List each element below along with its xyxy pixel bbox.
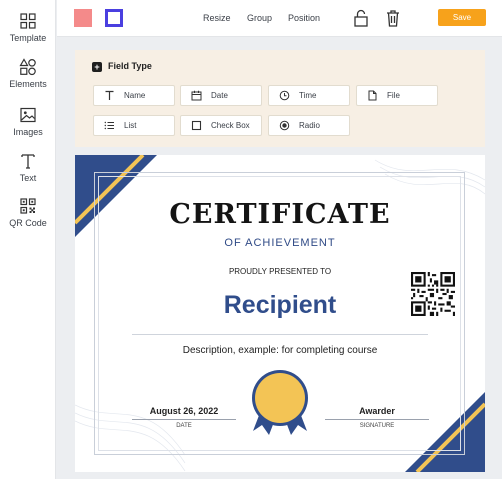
field-list-button[interactable]: List (93, 115, 175, 136)
unlock-icon[interactable] (353, 9, 369, 27)
resize-button[interactable]: Resize (203, 13, 231, 23)
field-label: Date (211, 91, 228, 100)
save-button[interactable]: Save (438, 9, 486, 26)
field-checkbox-button[interactable]: Check Box (180, 115, 262, 136)
radio-icon (279, 120, 290, 131)
sidebar-item-qr-code[interactable]: QR Code (0, 197, 56, 228)
sidebar-item-text[interactable]: Text (0, 152, 56, 183)
fill-color-swatch[interactable] (74, 9, 92, 27)
list-icon (104, 121, 114, 130)
field-type-title: Field Type (108, 61, 152, 71)
certificate-canvas[interactable]: CERTIFICATE OF ACHIEVEMENT PROUDLY PRESE… (75, 155, 485, 472)
signature-line (325, 419, 429, 420)
date-label: DATE (176, 423, 192, 429)
divider-line (132, 334, 428, 335)
field-type-heading: + Field Type (92, 61, 152, 72)
field-file-button[interactable]: File (356, 85, 438, 106)
image-icon (20, 107, 36, 123)
field-label: List (124, 121, 137, 130)
sidebar-item-label: Images (13, 127, 43, 137)
field-label: Check Box (211, 121, 250, 130)
calendar-icon (191, 90, 202, 101)
date-value[interactable]: August 26, 2022 (132, 406, 236, 416)
field-date-button[interactable]: Date (180, 85, 262, 106)
field-name-button[interactable]: Name (93, 85, 175, 106)
sidebar-item-label: QR Code (9, 218, 47, 228)
award-seal-icon[interactable] (245, 369, 315, 437)
text-field-icon (105, 90, 114, 100)
awarder-name[interactable]: Awarder (325, 406, 429, 416)
sidebar-item-label: Elements (9, 79, 47, 89)
field-time-button[interactable]: Time (268, 85, 350, 106)
elements-icon (19, 58, 36, 76)
add-icon[interactable]: + (92, 62, 102, 72)
certificate-subtitle[interactable]: OF ACHIEVEMENT (75, 237, 485, 249)
field-label: Name (124, 91, 146, 100)
template-icon (20, 13, 36, 29)
file-icon (368, 90, 377, 101)
certificate-description[interactable]: Description, example: for completing cou… (75, 345, 485, 356)
sidebar: Template Elements Images Text QR Code (0, 0, 56, 479)
sidebar-item-label: Template (9, 33, 47, 43)
sidebar-item-template[interactable]: Template (0, 12, 56, 43)
top-toolbar: Resize Group Position Save (57, 0, 502, 37)
field-radio-button[interactable]: Radio (268, 115, 350, 136)
qr-code-icon (20, 198, 36, 214)
trash-icon[interactable] (385, 9, 401, 27)
certificate-title[interactable]: CERTIFICATE (75, 199, 485, 230)
field-label: Time (299, 91, 317, 100)
position-button[interactable]: Position (288, 13, 320, 23)
date-line (132, 419, 236, 420)
sidebar-item-elements[interactable]: Elements (0, 58, 56, 89)
clock-icon (279, 90, 290, 101)
field-label: File (387, 91, 400, 100)
border-color-swatch[interactable] (105, 9, 123, 27)
signature-label: SIGNATURE (359, 423, 395, 429)
qr-code-image[interactable] (411, 272, 455, 316)
certificate-editor: Template Elements Images Text QR Code Re… (0, 0, 502, 479)
field-label: Radio (299, 121, 320, 130)
text-icon (21, 154, 35, 169)
sidebar-item-label: Text (19, 173, 37, 183)
sidebar-item-images[interactable]: Images (0, 106, 56, 137)
group-button[interactable]: Group (247, 13, 272, 23)
checkbox-icon (191, 120, 202, 131)
field-type-panel: + Field Type Name Date Time File List Che… (75, 50, 485, 147)
